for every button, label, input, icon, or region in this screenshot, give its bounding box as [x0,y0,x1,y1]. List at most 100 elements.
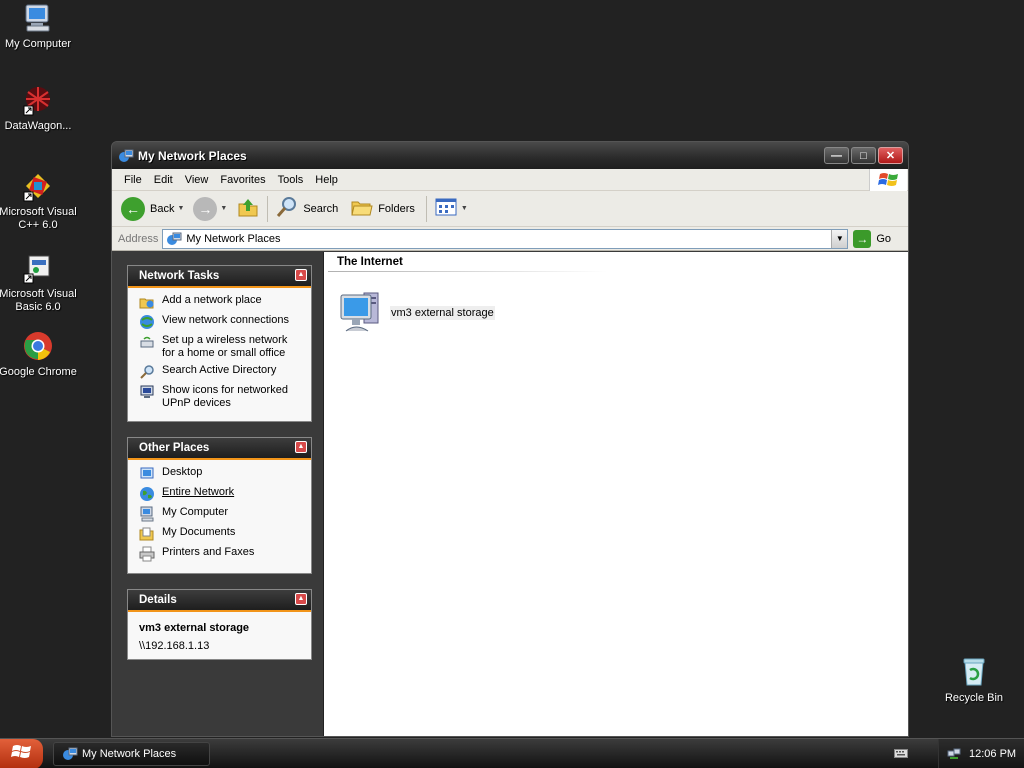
back-arrow-icon: ← [121,196,145,221]
printer-icon [139,546,155,562]
task-show-upnp-icons[interactable]: Show icons for networked UPnP devices [139,384,303,410]
taskbar: My Network Places 12:06 PM [0,738,1024,768]
keyboard-icon[interactable] [894,747,908,759]
desktop-icon-label: Recycle Bin [944,692,1004,704]
panel-header[interactable]: Details ▲ [128,590,311,612]
place-label: Entire Network [162,486,235,498]
search-label: Search [303,202,339,215]
close-button[interactable]: ✕ [878,147,903,164]
details-panel: Details ▲ vm3 external storage \\192.168… [127,589,312,660]
file-list-pane[interactable]: The Internet vm3 external storage [324,252,908,736]
collapse-icon[interactable]: ▲ [295,593,307,605]
group-header: The Internet [337,256,403,268]
title-bar[interactable]: My Network Places — □ ✕ [112,142,908,169]
network-places-icon [62,746,78,762]
folders-button[interactable]: Folders [347,194,418,224]
chevron-down-icon[interactable]: ▼ [831,229,848,248]
desktop-icon-label: Google Chrome [0,366,77,378]
visual-basic-icon [22,252,54,284]
start-button[interactable] [0,738,43,768]
go-arrow-icon: → [853,229,872,248]
chevron-down-icon[interactable]: ▼ [220,205,227,212]
network-share-icon [338,287,386,338]
task-search-active-directory[interactable]: Search Active Directory [139,364,303,380]
minimize-button[interactable]: — [824,147,849,164]
task-setup-wireless[interactable]: Set up a wireless network for a home or … [139,334,303,360]
desktop-icon-label: DataWagon... [4,120,72,132]
forward-button[interactable]: → ▼ [190,194,233,224]
search-icon [275,195,299,222]
place-label: Desktop [162,466,203,478]
menu-file[interactable]: File [118,174,148,186]
panel-title: Other Places [139,442,210,454]
task-label: Show icons for networked UPnP devices [162,384,288,409]
go-button[interactable]: → Go [853,229,892,248]
task-add-network-place[interactable]: Add a network place [139,294,303,310]
collapse-icon[interactable]: ▲ [295,269,307,281]
up-folder-button[interactable] [233,194,263,224]
network-tray-icon[interactable] [947,747,961,761]
menu-view[interactable]: View [179,174,215,186]
desktop-icon-google-chrome[interactable]: Google Chrome [0,330,78,379]
collapse-icon[interactable]: ▲ [295,441,307,453]
place-label: My Computer [162,506,229,518]
panel-header[interactable]: Other Places ▲ [128,438,311,460]
close-icon: ✕ [885,150,896,162]
menu-favorites[interactable]: Favorites [214,174,271,186]
back-button[interactable]: ← Back ▼ [118,194,190,224]
task-label: Search Active Directory [162,364,277,376]
views-icon [434,196,458,221]
task-view-network-connections[interactable]: View network connections [139,314,303,330]
system-tray: 12:06 PM [938,739,1024,768]
place-my-documents[interactable]: My Documents [139,526,303,542]
task-label: Add a network place [162,294,262,306]
network-tasks-panel: Network Tasks ▲ Add a network place View… [127,265,312,422]
task-pane: Network Tasks ▲ Add a network place View… [112,252,324,736]
desktop-icon-recycle-bin[interactable]: Recycle Bin [934,656,1014,705]
address-field[interactable]: My Network Places ▼ [162,228,849,249]
panel-title: Details [139,594,177,606]
computer-icon [22,2,54,34]
back-label: Back [150,202,175,215]
menu-tools[interactable]: Tools [272,174,310,186]
place-entire-network[interactable]: Entire Network [139,486,303,502]
address-value: My Network Places [186,232,281,245]
maximize-button[interactable]: □ [851,147,876,164]
panel-header[interactable]: Network Tasks ▲ [128,266,311,288]
documents-folder-icon [139,526,155,542]
desktop-icon-label: My Computer [4,38,72,50]
place-label: My Documents [162,526,236,538]
go-label: Go [876,232,892,245]
address-bar: Address My Network Places ▼ → Go [112,227,908,251]
network-places-icon [166,231,182,247]
forward-arrow-icon: → [193,196,218,221]
desktop-icon-my-computer[interactable]: My Computer [0,2,78,51]
taskbar-item-my-network-places[interactable]: My Network Places [53,741,210,766]
desktop-icon-visual-basic[interactable]: Microsoft Visual Basic 6.0 [0,252,78,314]
network-item-vm3[interactable]: vm3 external storage [338,287,495,338]
recycle-bin-icon [958,656,990,688]
taskbar-item-label: My Network Places [82,747,177,760]
place-printers-faxes[interactable]: Printers and Faxes [139,546,303,562]
wireless-network-icon [139,334,155,350]
menu-edit[interactable]: Edit [148,174,179,186]
network-item-label: vm3 external storage [390,305,495,320]
search-button[interactable]: Search [272,194,341,224]
datawagon-icon [22,84,54,116]
chevron-down-icon[interactable]: ▼ [461,205,468,212]
details-item-path: \\192.168.1.13 [139,640,210,652]
desktop-icon-visual-cpp[interactable]: Microsoft Visual C++ 6.0 [0,170,78,232]
network-places-icon [118,148,134,164]
clock[interactable]: 12:06 PM [969,748,1016,760]
menu-help[interactable]: Help [309,174,344,186]
desktop-icon-label: Microsoft Visual C++ 6.0 [0,206,77,231]
views-button[interactable]: ▼ [431,194,474,224]
desktop-icon-datawagon[interactable]: DataWagon... [0,84,78,133]
visual-cpp-icon [22,170,54,202]
place-desktop[interactable]: Desktop [139,466,303,482]
place-my-computer[interactable]: My Computer [139,506,303,522]
address-label: Address [118,232,159,245]
chevron-down-icon[interactable]: ▼ [177,205,184,212]
windows-flag-icon [10,743,33,764]
folders-label: Folders [378,202,415,215]
